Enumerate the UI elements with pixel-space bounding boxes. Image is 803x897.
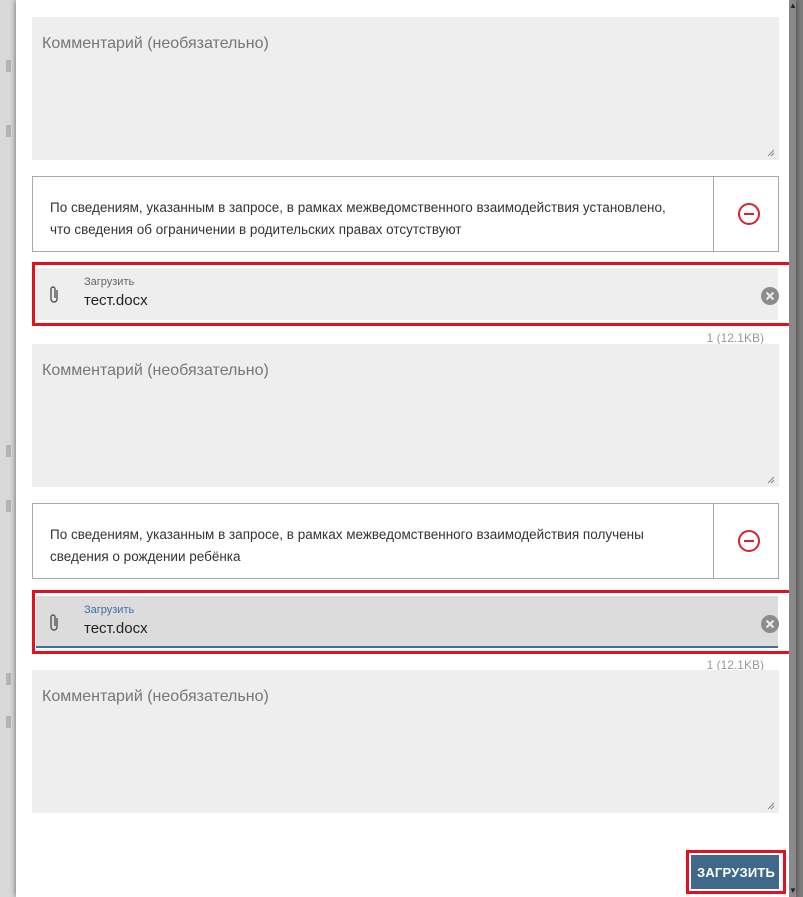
clear-icon[interactable] — [761, 287, 779, 305]
divider — [713, 504, 714, 578]
file-name: тест.docx — [84, 620, 148, 637]
comment-field[interactable]: Комментарий (необязательно) — [32, 17, 779, 160]
clear-icon[interactable] — [761, 615, 779, 633]
scroll-down-icon[interactable]: ▼ — [789, 887, 796, 895]
upload-label: Загрузить — [84, 604, 135, 616]
scroll-up-icon[interactable]: ▲ — [789, 2, 796, 10]
file-name: тест.docx — [84, 292, 148, 309]
scrollbar[interactable]: ▲ ▼ — [789, 0, 796, 897]
file-size: 1 (12.1KB) — [706, 331, 764, 345]
background-mark — [6, 716, 11, 728]
minus-circle-icon[interactable] — [737, 529, 761, 553]
file-upload-field[interactable]: Загрузить тест.docx — [36, 268, 779, 320]
resize-handle-icon[interactable] — [765, 474, 775, 484]
comment-placeholder: Комментарий (необязательно) — [42, 688, 269, 705]
comment-field[interactable]: Комментарий (необязательно) — [32, 670, 779, 813]
resize-handle-icon[interactable] — [765, 800, 775, 810]
comment-placeholder: Комментарий (необязательно) — [42, 362, 269, 379]
background-page — [0, 0, 16, 897]
upload-label: Загрузить — [84, 276, 135, 288]
background-mark — [6, 500, 11, 512]
background-mark — [6, 445, 11, 457]
background-mark — [6, 673, 11, 685]
paperclip-icon — [50, 614, 58, 631]
info-card-text: По сведениям, указанным в запросе, в рам… — [50, 527, 644, 564]
divider — [713, 177, 714, 251]
upload-submit-button[interactable]: ЗАГРУЗИТЬ — [691, 855, 779, 889]
info-card-text: По сведениям, указанным в запросе, в рам… — [50, 200, 666, 237]
background-mark — [6, 125, 11, 137]
comment-field[interactable]: Комментарий (необязательно) — [32, 344, 779, 487]
background-mark — [6, 60, 11, 72]
comment-placeholder: Комментарий (необязательно) — [42, 35, 269, 52]
upload-dialog: Комментарий (необязательно) По сведениям… — [16, 0, 796, 897]
resize-handle-icon[interactable] — [765, 147, 775, 157]
minus-circle-icon[interactable] — [737, 202, 761, 226]
info-card: По сведениям, указанным в запросе, в рам… — [32, 176, 779, 252]
file-upload-field[interactable]: Загрузить тест.docx — [36, 596, 779, 648]
info-card: По сведениям, указанным в запросе, в рам… — [32, 503, 779, 579]
paperclip-icon — [50, 286, 58, 303]
